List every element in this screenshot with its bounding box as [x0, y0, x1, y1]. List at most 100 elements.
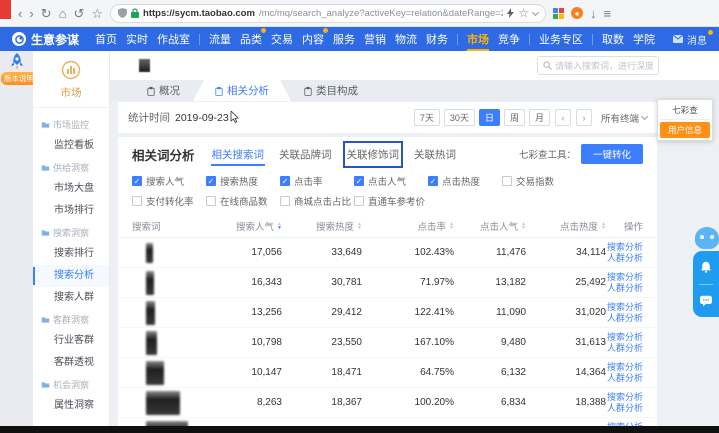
metric-搜索人气[interactable]: ✓搜索人气: [132, 174, 206, 188]
browser-menu-icon[interactable]: ≡: [604, 7, 612, 20]
column-搜索热度[interactable]: 搜索热度▲▼: [282, 219, 362, 233]
chevron-down-icon[interactable]: [532, 8, 539, 15]
action-link-搜索分析[interactable]: 搜索分析: [606, 242, 643, 253]
sidebar-item-行业客群[interactable]: 行业客群: [33, 330, 109, 352]
checkbox-unchecked[interactable]: [354, 196, 364, 206]
range-button-7天[interactable]: 7天: [414, 109, 440, 126]
column-点击人气[interactable]: 点击人气▲▼: [454, 219, 526, 233]
column-点击率[interactable]: 点击率▲▼: [362, 219, 454, 233]
nav-item-首页[interactable]: 首页: [95, 27, 117, 51]
sidebar-item-供给洞察[interactable]: 供给洞察: [33, 157, 109, 178]
reload-button[interactable]: ↻: [41, 7, 52, 20]
sidebar-item-监控看板[interactable]: 监控看板: [33, 135, 109, 157]
lightning-icon[interactable]: [507, 8, 514, 18]
search-input[interactable]: [555, 61, 653, 71]
undo-button[interactable]: ↺: [73, 7, 84, 20]
home-button[interactable]: ⌂: [59, 7, 67, 20]
panel-tab-关联热词[interactable]: 关联热词: [413, 144, 457, 165]
nav-item-财务[interactable]: 财务: [426, 27, 448, 51]
date-value[interactable]: 2019-09-23: [175, 112, 229, 124]
checkbox-checked[interactable]: ✓: [280, 176, 290, 186]
action-link-搜索分析[interactable]: 搜索分析: [606, 332, 643, 343]
metric-点击热度[interactable]: ✓点击热度: [428, 174, 502, 188]
checkbox-checked[interactable]: ✓: [206, 176, 216, 186]
metric-在线商品数[interactable]: 在线商品数: [206, 194, 280, 208]
favorite-star-icon[interactable]: ☆: [518, 7, 529, 19]
action-link-人群分析[interactable]: 人群分析: [606, 403, 643, 414]
nav-item-服务[interactable]: 服务: [333, 27, 355, 51]
action-link-人群分析[interactable]: 人群分析: [606, 313, 643, 324]
sidebar-item-市场大盘[interactable]: 市场大盘: [33, 178, 109, 200]
checkbox-checked[interactable]: ✓: [428, 176, 438, 186]
sidebar-item-搜索洞察[interactable]: 搜索洞察: [33, 222, 109, 243]
extension-orange-icon[interactable]: ●: [571, 7, 583, 19]
terminal-select[interactable]: 所有终端: [601, 111, 647, 125]
range-button-周[interactable]: 周: [504, 109, 525, 126]
nav-item-作战室[interactable]: 作战室: [157, 27, 190, 51]
messages-entry[interactable]: 消息: [673, 32, 707, 47]
checkbox-checked[interactable]: ✓: [132, 176, 142, 186]
panel-tab-关联修饰词[interactable]: 关联修饰词: [346, 144, 401, 165]
extensions-grid-icon[interactable]: [553, 8, 564, 19]
nav-item-营销[interactable]: 营销: [364, 27, 386, 51]
action-link-搜索分析[interactable]: 搜索分析: [606, 362, 643, 373]
bookmark-star-icon[interactable]: ☆: [91, 7, 103, 20]
panel-tab-关联品牌词[interactable]: 关联品牌词: [278, 144, 333, 165]
tab-概况[interactable]: 概况: [134, 80, 193, 101]
metric-搜索热度[interactable]: ✓搜索热度: [206, 174, 280, 188]
nav-item-交易[interactable]: 交易: [271, 27, 293, 51]
sidebar-item-客群洞察[interactable]: 客群洞察: [33, 309, 109, 330]
action-link-人群分析[interactable]: 人群分析: [606, 253, 643, 264]
nav-item-物流[interactable]: 物流: [395, 27, 417, 51]
nav-item-实时[interactable]: 实时: [126, 27, 148, 51]
sidebar-item-属性洞察[interactable]: 属性洞察: [33, 395, 109, 417]
metric-点击率[interactable]: ✓点击率: [280, 174, 354, 188]
sidebar-item-机会洞察[interactable]: 机会洞察: [33, 374, 109, 395]
column-搜索人气[interactable]: 搜索人气▲▼: [224, 219, 282, 233]
chat-icon[interactable]: [700, 295, 712, 307]
nav-item-学院[interactable]: 学院: [633, 27, 655, 51]
range-button-月[interactable]: 月: [529, 109, 550, 126]
address-bar[interactable]: https://sycm.taobao.com/mc/mq/search_ana…: [110, 4, 546, 23]
tab-类目构成[interactable]: 类目构成: [291, 80, 371, 101]
sidebar-item-搜索排行[interactable]: 搜索排行: [33, 243, 109, 265]
bell-icon[interactable]: [700, 261, 712, 273]
checkbox-unchecked[interactable]: [502, 176, 512, 186]
keyword-search-box[interactable]: [537, 56, 659, 75]
sidebar-item-市场监控[interactable]: 市场监控: [33, 114, 109, 135]
tab-相关分析[interactable]: 相关分析: [193, 80, 291, 101]
sidebar-item-客群透视[interactable]: 客群透视: [33, 352, 109, 374]
metric-直通车参考价[interactable]: 直通车参考价: [354, 194, 428, 208]
action-link-人群分析[interactable]: 人群分析: [606, 373, 643, 384]
checkbox-unchecked[interactable]: [206, 196, 216, 206]
metric-交易指数[interactable]: 交易指数: [502, 174, 576, 188]
back-button[interactable]: ‹: [18, 7, 22, 20]
checkbox-checked[interactable]: ✓: [354, 176, 364, 186]
action-link-人群分析[interactable]: 人群分析: [606, 283, 643, 294]
panel-tab-相关搜索词[interactable]: 相关搜索词: [211, 144, 266, 165]
action-link-人群分析[interactable]: 人群分析: [606, 343, 643, 354]
metric-商城点击占比[interactable]: 商城点击占比: [280, 194, 354, 208]
prev-page-button[interactable]: ‹: [555, 109, 571, 126]
download-icon[interactable]: ↓: [590, 7, 597, 20]
range-button-日[interactable]: 日: [479, 109, 500, 126]
one-click-convert-button[interactable]: 一键转化: [581, 144, 643, 164]
next-page-button[interactable]: ›: [576, 109, 592, 126]
nav-item-竞争[interactable]: 竞争: [498, 27, 520, 51]
metric-点击人气[interactable]: ✓点击人气: [354, 174, 428, 188]
rocket-icon[interactable]: [9, 53, 25, 73]
action-link-搜索分析[interactable]: 搜索分析: [606, 272, 643, 283]
nav-item-取数[interactable]: 取数: [602, 27, 624, 51]
extension-popup-item[interactable]: 用户信息: [660, 122, 710, 138]
nav-item-品类[interactable]: 品类: [240, 27, 262, 51]
checkbox-unchecked[interactable]: [132, 196, 142, 206]
metric-支付转化率[interactable]: 支付转化率: [132, 194, 206, 208]
forward-button[interactable]: ›: [29, 7, 33, 20]
nav-item-流量[interactable]: 流量: [209, 27, 231, 51]
version-badge[interactable]: 版本说明: [1, 72, 37, 85]
sidebar-item-市场排行[interactable]: 市场排行: [33, 200, 109, 222]
column-点击热度[interactable]: 点击热度▲▼: [526, 219, 606, 233]
nav-item-业务专区[interactable]: 业务专区: [539, 27, 583, 51]
action-link-搜索分析[interactable]: 搜索分析: [606, 302, 643, 313]
nav-item-内容[interactable]: 内容: [302, 27, 324, 51]
